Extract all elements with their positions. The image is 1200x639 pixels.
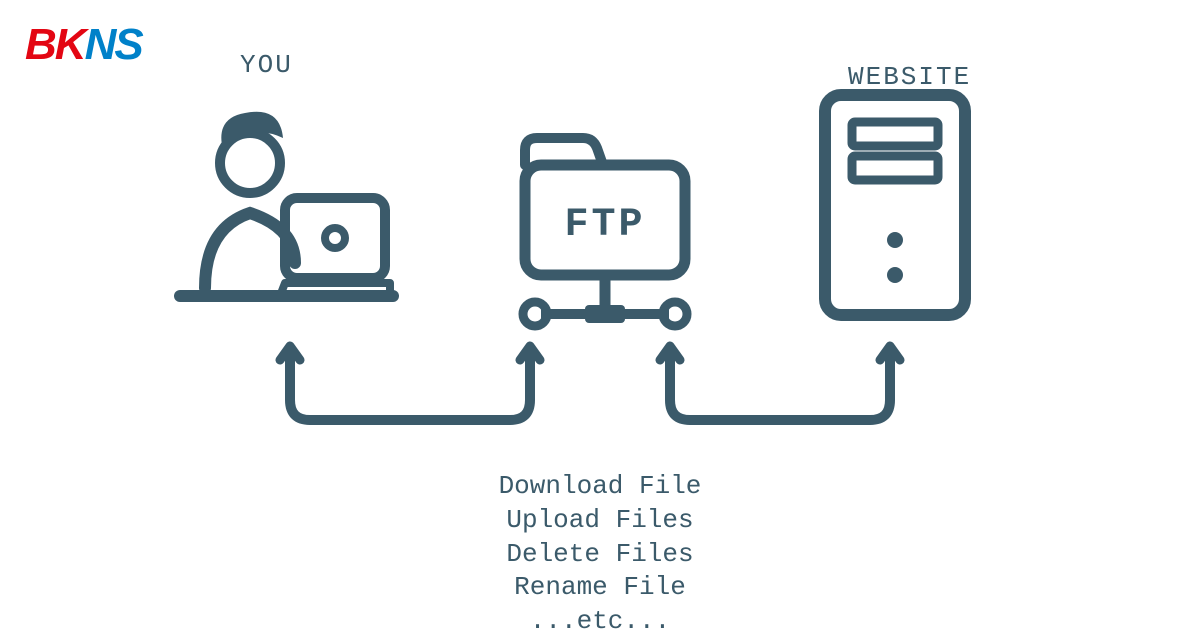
operation-rename: Rename File — [0, 571, 1200, 605]
flow-arrows — [180, 340, 980, 465]
operation-etc: ...etc... — [0, 605, 1200, 639]
operation-upload: Upload Files — [0, 504, 1200, 538]
ftp-text: FTP — [564, 203, 645, 248]
ftp-diagram: YOU WEBSITE FTP — [0, 40, 1200, 460]
server-tower-icon — [810, 80, 980, 335]
you-label: YOU — [240, 50, 293, 80]
person-laptop-icon — [165, 88, 405, 323]
operation-download: Download File — [0, 470, 1200, 504]
operations-list: Download File Upload Files Delete Files … — [0, 470, 1200, 639]
operation-delete: Delete Files — [0, 538, 1200, 572]
ftp-folder-icon: FTP — [505, 130, 705, 355]
